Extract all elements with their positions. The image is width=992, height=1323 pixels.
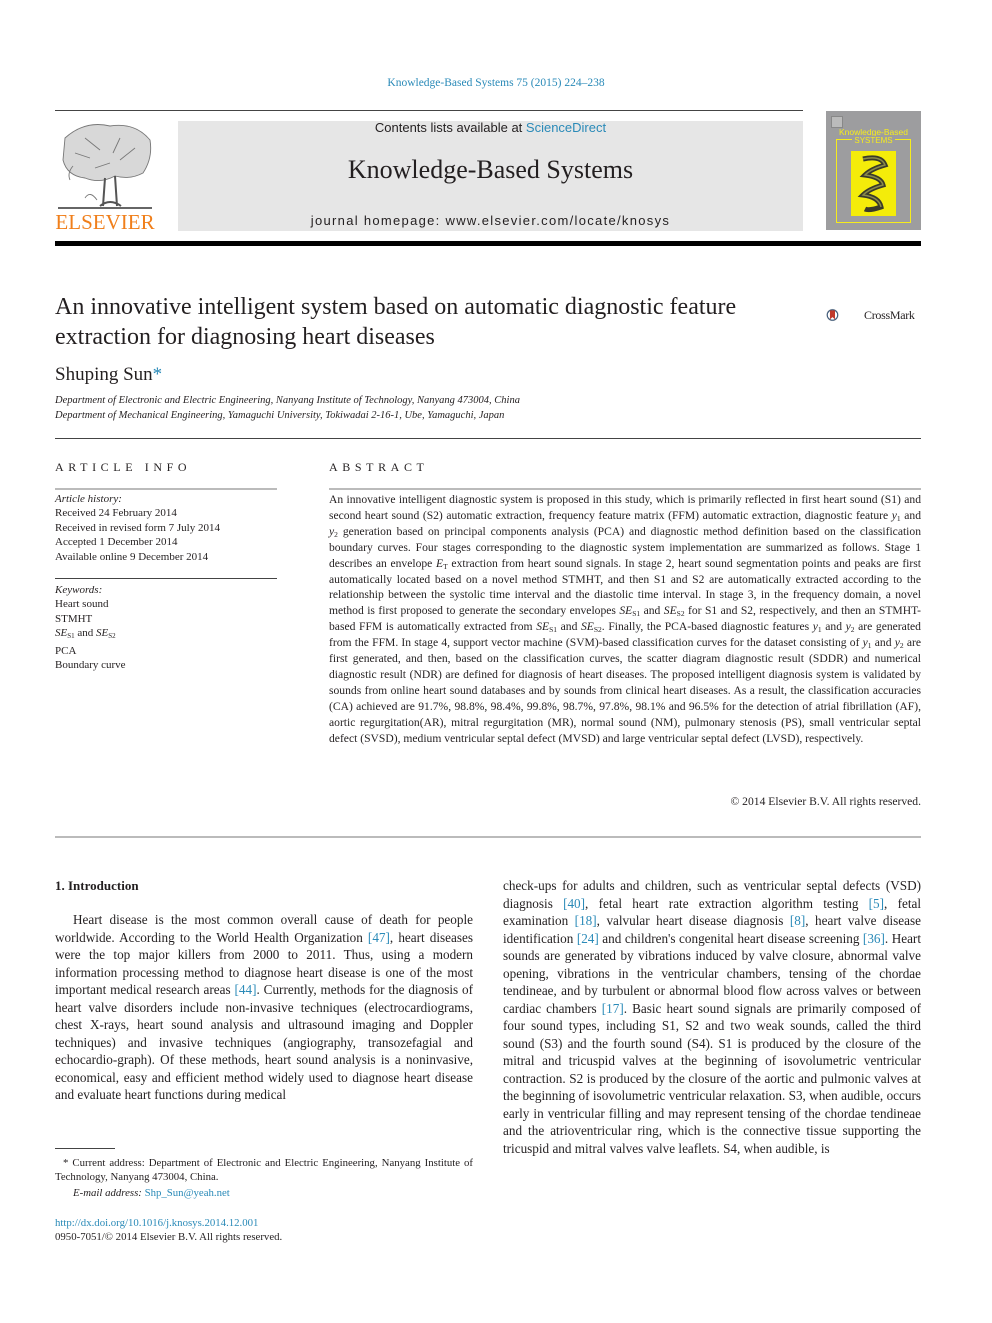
keyword-item: PCA [55, 644, 77, 657]
body-text: , fetal heart rate extraction algorithm … [585, 895, 869, 911]
sub: S1 [632, 609, 641, 619]
cover-subtitle: SYSTEMS [826, 136, 921, 145]
sub: S2 [676, 609, 685, 619]
citation-link[interactable]: [24] [577, 931, 599, 946]
elsevier-wordmark: ELSEVIER [55, 210, 155, 234]
abstract-text: and [557, 620, 581, 634]
kw-se: SE [96, 627, 109, 640]
homepage-link[interactable]: www.elsevier.com/locate/knosys [446, 213, 671, 228]
keywords-label: Keywords: [55, 584, 103, 596]
kw-sub: S2 [108, 632, 116, 641]
article-history: Article history: Received 24 February 20… [55, 492, 275, 564]
doi-link[interactable]: http://dx.doi.org/10.1016/j.knosys.2014.… [55, 1217, 258, 1229]
contents-availability: Contents lists available at ScienceDirec… [178, 120, 803, 135]
kw-se: SE [55, 627, 68, 640]
author-name: Shuping Sun* [55, 364, 162, 386]
article-title: An innovative intelligent system based o… [55, 292, 815, 352]
keywords-rule [55, 578, 277, 579]
body-text: , valvular heart disease diagnosis [596, 913, 790, 928]
keyword-item: Boundary curve [55, 659, 126, 672]
cover-subtitle-text: SYSTEMS [852, 136, 895, 145]
contents-prefix: Contents lists available at [374, 120, 526, 135]
abstract-text: and [871, 636, 895, 650]
abstract-body: An innovative intelligent diagnostic sys… [329, 492, 921, 747]
header-top-rule [55, 110, 803, 111]
title-divider [55, 438, 921, 439]
citation-link[interactable]: [47] [368, 930, 390, 945]
keyword-item: Heart sound [55, 598, 109, 611]
abstract-text: and [640, 604, 664, 618]
article-info-heading: ARTICLE INFO [55, 460, 192, 474]
abstract-copyright: © 2014 Elsevier B.V. All rights reserved… [730, 795, 921, 808]
citation-link[interactable]: [5] [869, 896, 884, 911]
footnote-email: E-mail address: Shp_Sun@yeah.net [55, 1186, 491, 1200]
crossmark-icon[interactable] [826, 297, 862, 333]
journal-reference-link[interactable]: Knowledge-Based Systems 75 (2015) 224–23… [0, 77, 992, 89]
kw-sub: S1 [67, 632, 75, 641]
body-text: . Basic heart sound signals are primaril… [503, 1000, 921, 1156]
abstract-divider [55, 836, 921, 838]
abstract-heading: ABSTRACT [329, 460, 429, 474]
affiliation-2: Department of Mechanical Engineering, Ya… [55, 410, 505, 421]
intro-left-column: Heart disease is the most common overall… [55, 911, 473, 1104]
article-history-label: Article history: [55, 493, 122, 505]
cover-artwork-icon [851, 151, 896, 216]
abstract-text: and [900, 508, 921, 522]
keyword-item: STMHT [55, 612, 93, 625]
author-name-text: Shuping Sun [55, 364, 153, 385]
citation-link[interactable]: [40] [563, 896, 585, 911]
journal-homepage: journal homepage: www.elsevier.com/locat… [178, 213, 803, 228]
abstract-text: . Finally, the PCA-based diagnostic feat… [601, 620, 813, 634]
article-title-line1: An innovative intelligent system based o… [55, 294, 737, 320]
citation-link[interactable]: [17] [602, 1001, 624, 1016]
citation-link[interactable]: [8] [790, 913, 805, 928]
footnote-current-address: * Current address: Department of Electro… [55, 1156, 473, 1185]
header-bottom-rule [55, 241, 921, 246]
keywords-list: Keywords: Heart sound STMHT SES1 and SES… [55, 583, 275, 672]
article-title-line2: extraction for diagnosing heart diseases [55, 324, 435, 350]
var: SE [580, 620, 594, 634]
keyword-item: SES1 and SES2 [55, 626, 275, 643]
var: SE [536, 620, 550, 634]
footnote-text: * Current address: Department of Electro… [55, 1157, 473, 1184]
citation-link[interactable]: [18] [575, 913, 597, 928]
affiliation-1: Department of Electronic and Electric En… [55, 395, 520, 406]
intro-right-column: check-ups for adults and children, such … [503, 877, 921, 1157]
section-heading-introduction: 1. Introduction [55, 878, 139, 893]
history-accepted: Accepted 1 December 2014 [55, 536, 178, 549]
journal-title: Knowledge-Based Systems [347, 155, 634, 184]
abstract-text: An innovative intelligent diagnostic sys… [329, 493, 921, 522]
abstract-text: are first generated, and then, based on … [329, 636, 921, 745]
crossmark-label[interactable]: CrossMark [864, 308, 915, 323]
var: SE [663, 604, 677, 618]
footnote-rule [55, 1148, 115, 1149]
journal-cover-thumbnail[interactable]: Knowledge-Based SYSTEMS [826, 111, 921, 230]
abstract-text: and [821, 620, 846, 634]
kw-and: and [74, 627, 97, 640]
email-label: E-mail address: [73, 1187, 145, 1199]
email-link[interactable]: Shp_Sun@yeah.net [145, 1187, 230, 1199]
history-online: Available online 9 December 2014 [55, 550, 209, 563]
abstract-rule [329, 488, 921, 490]
issn-copyright: 0950-7051/© 2014 Elsevier B.V. All right… [55, 1231, 283, 1243]
sciencedirect-link[interactable]: ScienceDirect [526, 120, 606, 135]
history-received: Received 24 February 2014 [55, 507, 177, 520]
body-text: and children's congenital heart disease … [598, 930, 863, 946]
sub: S1 [549, 625, 557, 635]
citation-link[interactable]: [44] [235, 982, 257, 997]
history-revised: Received in revised form 7 July 2014 [55, 521, 220, 534]
citation-link[interactable]: [36] [863, 931, 885, 946]
author-footnote-mark[interactable]: * [153, 364, 163, 385]
article-info-rule [55, 488, 277, 490]
body-text: . Currently, methods for the diagnosis o… [55, 982, 473, 1102]
var: SE [619, 604, 633, 618]
sub: S2 [593, 625, 602, 635]
homepage-prefix: journal homepage: [310, 213, 446, 228]
